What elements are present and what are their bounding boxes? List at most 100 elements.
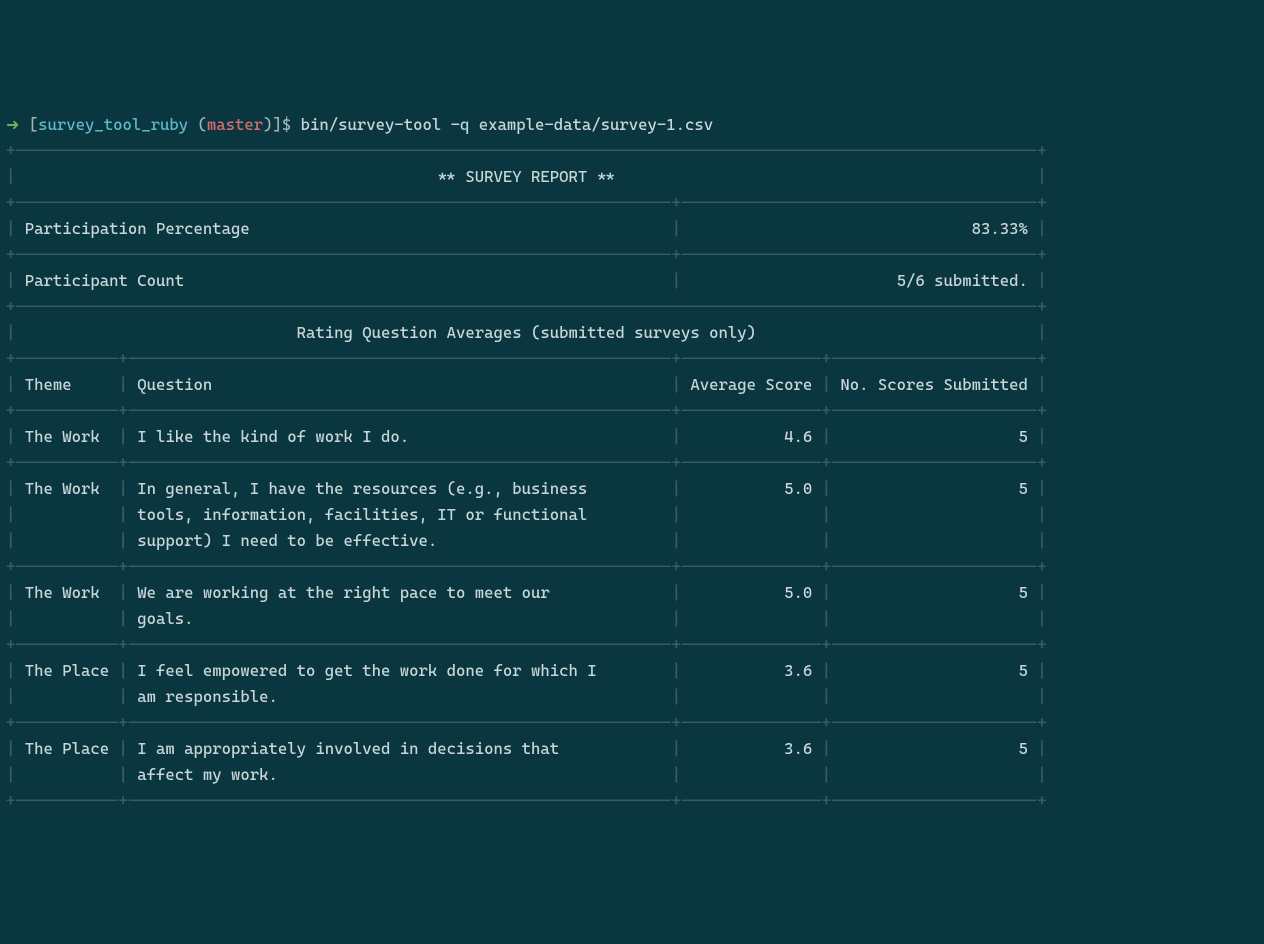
pipe: | [822, 687, 831, 706]
cell-question: goals. [128, 609, 672, 628]
pipe: | [6, 609, 15, 628]
pipe: | [6, 323, 15, 342]
pipe: | [672, 531, 681, 550]
pipe: | [672, 609, 681, 628]
cell-num [831, 687, 1037, 706]
pipe: | [6, 219, 15, 238]
cell-theme [15, 531, 118, 550]
terminal-output: ➜ [survey_tool_ruby (master)]$ bin/surve… [6, 112, 1258, 814]
cell-question: I am appropriately involved in decisions… [128, 739, 672, 758]
section-header: Rating Question Averages (submitted surv… [15, 323, 1037, 342]
pipe: | [119, 531, 128, 550]
pipe: | [672, 739, 681, 758]
pipe: | [672, 687, 681, 706]
cell-theme [15, 765, 118, 784]
pipe: | [822, 427, 831, 446]
pipe: | [822, 531, 831, 550]
pipe: | [672, 375, 681, 394]
cell-theme: The Work [15, 479, 118, 498]
cell-num [831, 531, 1037, 550]
rule: +-----------+---------------------------… [6, 635, 1047, 654]
pipe: | [6, 687, 15, 706]
report-title: ** SURVEY REPORT ** [15, 167, 1037, 186]
prompt-arrow-icon: ➜ [6, 115, 19, 134]
pipe: | [1037, 427, 1046, 446]
cell-num: 5 [831, 583, 1037, 602]
col-question: Question [128, 375, 672, 394]
cwd: survey_tool_ruby [38, 115, 188, 134]
cell-question: In general, I have the resources (e.g., … [128, 479, 672, 498]
cell-question: support) I need to be effective. [128, 531, 672, 550]
cell-avg: 3.6 [681, 661, 822, 680]
rule: +-----------+---------------------------… [6, 349, 1047, 368]
rule: +---------------------------------------… [6, 297, 1047, 316]
rule: +-----------+---------------------------… [6, 401, 1047, 420]
pipe: | [672, 219, 681, 238]
rule: +-----------+---------------------------… [6, 453, 1047, 472]
command-text[interactable]: bin/survey-tool -q example-data/survey-1… [301, 115, 714, 134]
cell-avg [681, 531, 822, 550]
cell-question: am responsible. [128, 687, 672, 706]
pipe: | [119, 505, 128, 524]
pipe: | [6, 505, 15, 524]
cell-theme [15, 687, 118, 706]
pipe: | [672, 583, 681, 602]
pipe: | [119, 687, 128, 706]
pipe: | [1037, 687, 1046, 706]
pipe: | [119, 661, 128, 680]
pipe: | [119, 609, 128, 628]
pipe: | [1037, 765, 1046, 784]
cell-question: tools, information, facilities, IT or fu… [128, 505, 672, 524]
cell-theme [15, 505, 118, 524]
bracket: ] [273, 115, 282, 134]
cell-num [831, 609, 1037, 628]
pipe: | [672, 479, 681, 498]
pipe: | [1037, 219, 1046, 238]
cell-avg: 4.6 [681, 427, 822, 446]
cell-question: affect my work. [128, 765, 672, 784]
cell-num: 5 [831, 427, 1037, 446]
pipe: | [822, 661, 831, 680]
pipe: | [119, 739, 128, 758]
cell-num: 5 [831, 661, 1037, 680]
pipe: | [6, 765, 15, 784]
pipe: | [6, 375, 15, 394]
pipe: | [672, 765, 681, 784]
cell-theme: The Place [15, 661, 118, 680]
bracket: [ [29, 115, 38, 134]
pipe: | [6, 583, 15, 602]
pipe: | [1037, 739, 1046, 758]
pipe: | [672, 505, 681, 524]
cell-avg [681, 609, 822, 628]
pipe: | [1037, 271, 1046, 290]
cell-num [831, 505, 1037, 524]
cell-num: 5 [831, 739, 1037, 758]
rule: +---------------------------------------… [6, 141, 1047, 160]
pipe: | [1037, 505, 1046, 524]
cell-theme [15, 609, 118, 628]
cell-avg [681, 765, 822, 784]
pipe: | [822, 479, 831, 498]
pipe: | [822, 609, 831, 628]
rule: +---------------------------------------… [6, 245, 1047, 264]
paren: ( [188, 115, 207, 134]
cell-num [831, 765, 1037, 784]
git-branch: master [207, 115, 263, 134]
pipe: | [6, 167, 15, 186]
pipe: | [6, 427, 15, 446]
pipe: | [1037, 479, 1046, 498]
cell-theme: The Work [15, 427, 118, 446]
rule: +-----------+---------------------------… [6, 713, 1047, 732]
participation-value: 83.33% [681, 219, 1037, 238]
pipe: | [1037, 531, 1046, 550]
pipe: | [822, 739, 831, 758]
pipe: | [119, 765, 128, 784]
pipe: | [822, 583, 831, 602]
cell-question: I like the kind of work I do. [128, 427, 672, 446]
rule: +---------------------------------------… [6, 193, 1047, 212]
rule: +-----------+---------------------------… [6, 791, 1047, 810]
pipe: | [672, 661, 681, 680]
cell-num: 5 [831, 479, 1037, 498]
pipe: | [1037, 375, 1046, 394]
col-num: No. Scores Submitted [831, 375, 1037, 394]
